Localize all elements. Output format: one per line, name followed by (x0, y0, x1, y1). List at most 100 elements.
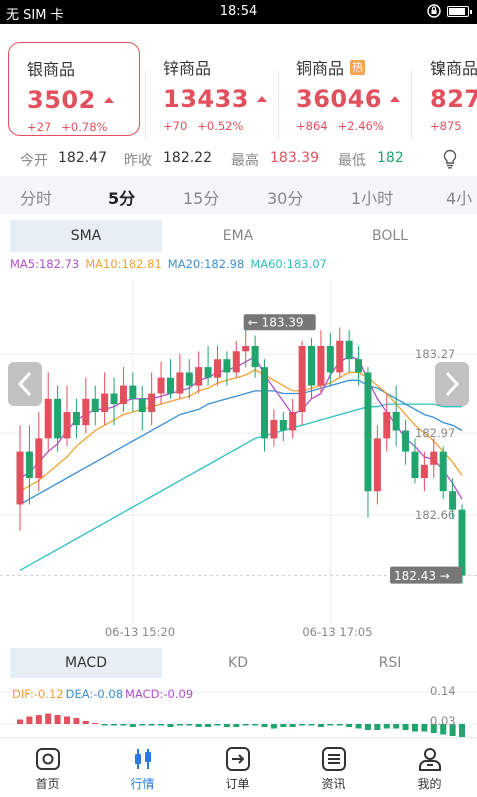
timeframe-bar[interactable]: 分时 5分 15分 30分 1小时 4小 (0, 176, 477, 214)
candle-body (279, 419, 287, 431)
macd-bar (148, 724, 155, 726)
quote-info-bar: 今开 182.47 昨收 182.22 最高 183.39 最低 182 (0, 144, 477, 174)
tab-kd[interactable]: KD (162, 648, 314, 678)
last-price-label: 182.43 → (394, 569, 450, 583)
macd-bar (289, 724, 296, 727)
card-name: 银商品 (27, 60, 76, 79)
candle-body (242, 346, 250, 352)
card-pct: +0.78% (61, 120, 108, 134)
tab-home[interactable]: 首页 (0, 742, 95, 792)
tab-mine[interactable]: 我的 (382, 742, 477, 792)
macd-bar (120, 724, 127, 726)
chevron-right-icon (445, 371, 460, 397)
orientation-lock-icon (427, 4, 441, 18)
macd-bar (421, 724, 428, 732)
macd-bar (195, 724, 202, 727)
macd-bar (17, 719, 23, 724)
macd-bar (129, 724, 136, 727)
card-price: 36046 (296, 85, 382, 113)
macd-bar (336, 724, 343, 726)
card-price: 3502 (27, 86, 96, 114)
candle-body (298, 346, 306, 412)
card-price: 13433 (163, 85, 249, 113)
macd-bar (35, 715, 42, 724)
macd-bar (402, 724, 409, 730)
indicator-tabs[interactable]: SMA EMA BOLL (10, 220, 470, 252)
lightbulb-icon[interactable] (442, 149, 458, 169)
candle-body (251, 346, 259, 368)
macd-bar (364, 724, 371, 730)
candle-body (326, 346, 334, 373)
candle-body (16, 451, 24, 505)
tab-boll[interactable]: BOLL (314, 220, 466, 252)
card-name: 锌商品 (163, 59, 212, 78)
tab-rsi[interactable]: RSI (314, 648, 466, 678)
candle-body (336, 340, 344, 373)
macd-bar (346, 724, 353, 727)
product-cards[interactable]: 银商品 3502 +27 +0.78% 锌商品 13433 +70 +0.52% 铜… (0, 24, 477, 144)
candle-body (54, 398, 62, 439)
tab-timeframe-5min[interactable]: 5分 (108, 185, 135, 209)
macd-bar (73, 718, 80, 724)
candle-body (449, 491, 457, 510)
candle-body (129, 385, 137, 399)
tab-orders[interactable]: 订单 (190, 742, 285, 792)
card-change: +27 (27, 120, 52, 134)
candle-body (373, 438, 381, 492)
macd-bar (261, 724, 268, 727)
macd-value: MACD:-0.09 (125, 687, 194, 701)
candle-body (138, 398, 146, 412)
ma-legend: MA5:182.73 MA10:182.81 MA20:182.98 MA60:… (10, 257, 327, 271)
tab-timeframe-4hour[interactable]: 4小 (446, 185, 472, 209)
tab-market[interactable]: 行情 (95, 742, 190, 792)
macd-bar (299, 724, 306, 726)
tab-news[interactable]: 资讯 (286, 742, 381, 792)
card-nickel[interactable]: 镍商品 827 +875 (412, 42, 477, 136)
tab-timeframe-15min[interactable]: 15分 (183, 185, 219, 209)
macd-bar (101, 724, 108, 726)
candle-body (72, 412, 80, 426)
hot-badge: 热 (350, 59, 366, 75)
candle-body (63, 412, 71, 439)
tab-sma[interactable]: SMA (10, 220, 162, 252)
low-value: 182 (377, 150, 404, 166)
chart-prev-button[interactable] (8, 362, 42, 406)
ma5-value: MA5:182.73 (10, 257, 80, 271)
card-change: +70 (163, 119, 188, 133)
candle-body (91, 398, 99, 412)
card-copper[interactable]: 铜商品热 36046 +864 +2.46% (278, 42, 410, 136)
macd-bar (242, 724, 249, 726)
bottom-tab-bar[interactable]: 首页 行情 订单 资讯 我的 (0, 737, 477, 797)
card-zinc[interactable]: 锌商品 13433 +70 +0.52% (145, 42, 277, 136)
price-axis-label: 182.66 (415, 508, 455, 522)
tab-macd[interactable]: MACD (10, 648, 162, 678)
candle-body (44, 398, 52, 439)
macd-bar (214, 724, 221, 726)
chart-next-button[interactable] (435, 362, 469, 406)
candle-body (148, 393, 156, 412)
tab-timeframe-1hour[interactable]: 1小时 (351, 185, 393, 209)
card-name: 镍商品 (430, 59, 477, 78)
price-axis-label: 182.97 (415, 426, 455, 440)
macd-bar (176, 724, 183, 726)
candle-body (458, 509, 466, 576)
tab-timeframe-intraday[interactable]: 分时 (20, 185, 52, 209)
up-arrow-icon (390, 96, 400, 102)
candle-body (101, 393, 109, 412)
tab-timeframe-30min[interactable]: 30分 (267, 185, 303, 209)
macd-bar (252, 724, 259, 726)
tab-label: 首页 (35, 777, 60, 791)
candle-body (420, 464, 428, 478)
tab-ema[interactable]: EMA (162, 220, 314, 252)
macd-bar (139, 724, 146, 726)
candle-body (261, 367, 269, 439)
sub-indicator-tabs[interactable]: MACD KD RSI (10, 648, 470, 678)
macd-axis-label: 0.14 (430, 684, 456, 698)
card-name: 铜商品 (296, 59, 345, 78)
clock: 18:54 (219, 4, 258, 19)
card-silver[interactable]: 银商品 3502 +27 +0.78% (8, 42, 140, 136)
candlestick-chart[interactable]: 183.27 182.97 182.66 06-13 15:20 06-13 17:05… (0, 270, 477, 646)
up-arrow-icon (103, 97, 114, 103)
card-price: 827 (430, 85, 477, 113)
dea-value: DEA:-0.08 (65, 687, 124, 701)
